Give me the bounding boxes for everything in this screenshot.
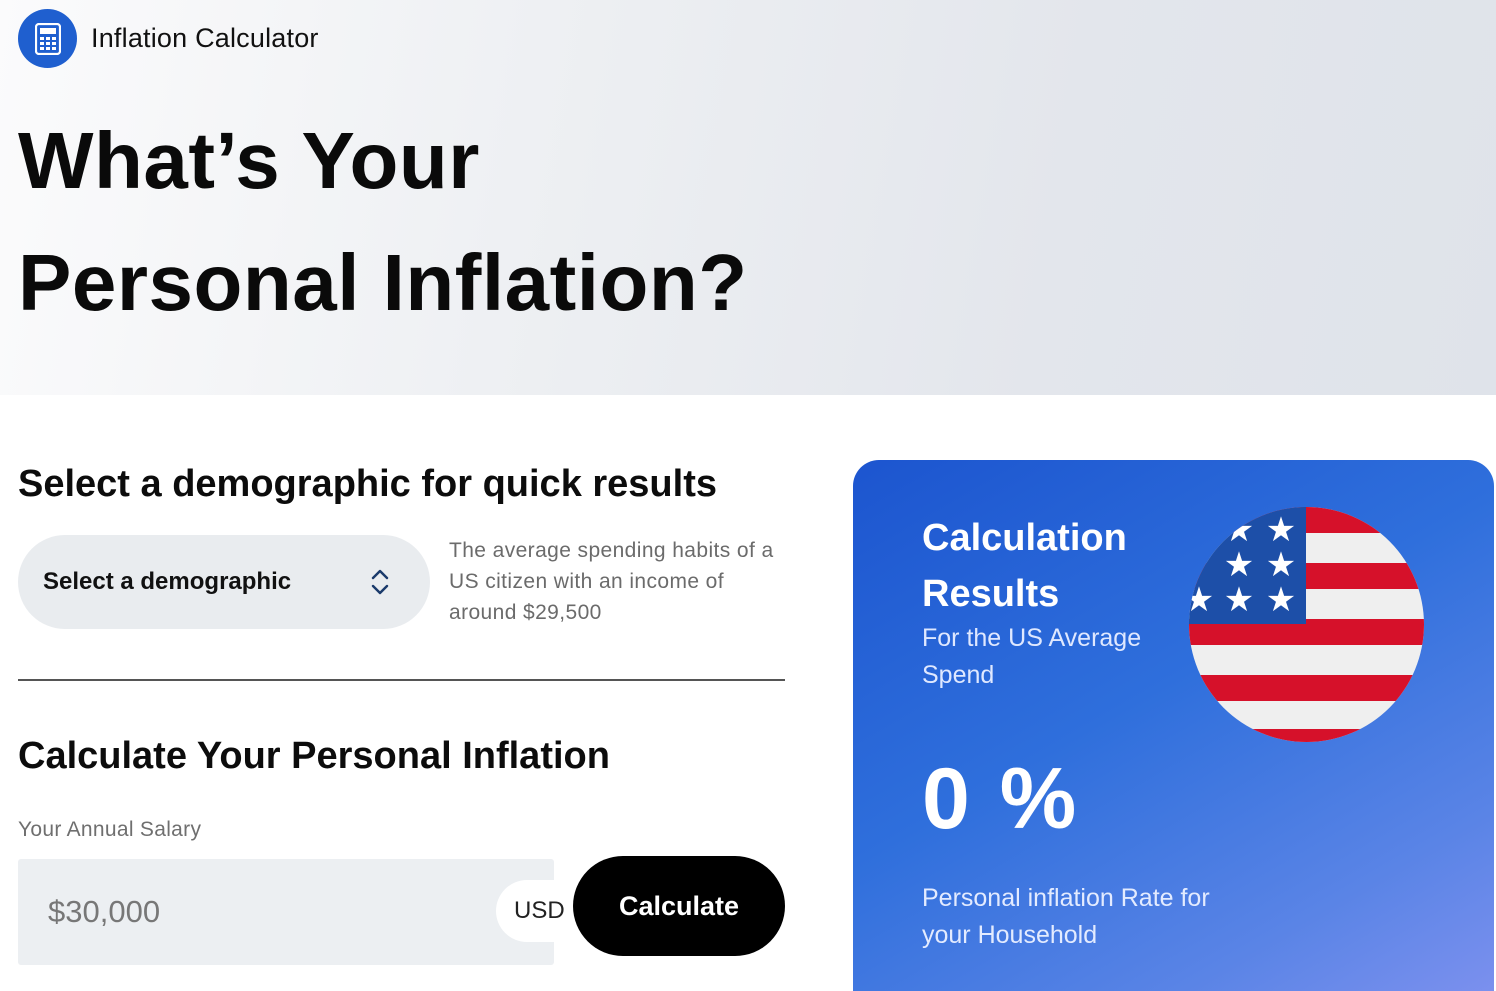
svg-text:★: ★: [1189, 528, 1214, 568]
inflation-rate-value: 0 %: [922, 751, 1080, 847]
calculator-heading: Calculate Your Personal Inflation: [18, 735, 610, 777]
svg-text:★: ★: [1224, 510, 1254, 550]
brand[interactable]: Inflation Calculator: [18, 9, 319, 68]
demographic-select[interactable]: Select a demographic: [18, 535, 430, 629]
results-title: Calculation Results: [922, 510, 1127, 622]
svg-text:★: ★: [1266, 580, 1296, 620]
salary-input[interactable]: [18, 859, 554, 965]
page-title-line-2: Personal Inflation?: [18, 238, 748, 327]
quick-results-heading: Select a demographic for quick results: [18, 463, 717, 505]
svg-text:★: ★: [1224, 580, 1254, 620]
inflation-rate-caption: Personal inflation Rate for your Househo…: [922, 884, 1210, 949]
salary-label: Your Annual Salary: [18, 818, 202, 841]
chevron-up-down-icon: [371, 569, 389, 595]
svg-text:★: ★: [1189, 580, 1214, 620]
demographic-description: The average spending habits of a US citi…: [449, 539, 774, 624]
calculate-button[interactable]: Calculate: [573, 856, 785, 956]
results-card: Calculation Results For the US Average S…: [853, 460, 1494, 991]
us-flag-icon: ★ ★ ★ ★ ★ ★ ★ ★: [1189, 507, 1424, 742]
page-title-line-1: What’s Your: [18, 116, 480, 205]
results-subtitle: For the US Average Spend: [922, 624, 1142, 689]
svg-text:★: ★: [1266, 545, 1296, 585]
calculator-icon: [18, 9, 77, 68]
demographic-select-label: Select a demographic: [43, 568, 292, 595]
svg-text:★: ★: [1266, 510, 1296, 550]
results-title-line-2: Results: [922, 573, 1060, 615]
page-title: What’s Your Personal Inflation?: [18, 100, 748, 344]
hero-banner: Inflation Calculator What’s Your Persona…: [0, 0, 1496, 395]
svg-text:★: ★: [1224, 545, 1254, 585]
app-name: Inflation Calculator: [91, 23, 319, 53]
section-divider: [18, 679, 785, 681]
results-title-line-1: Calculation: [922, 517, 1127, 559]
